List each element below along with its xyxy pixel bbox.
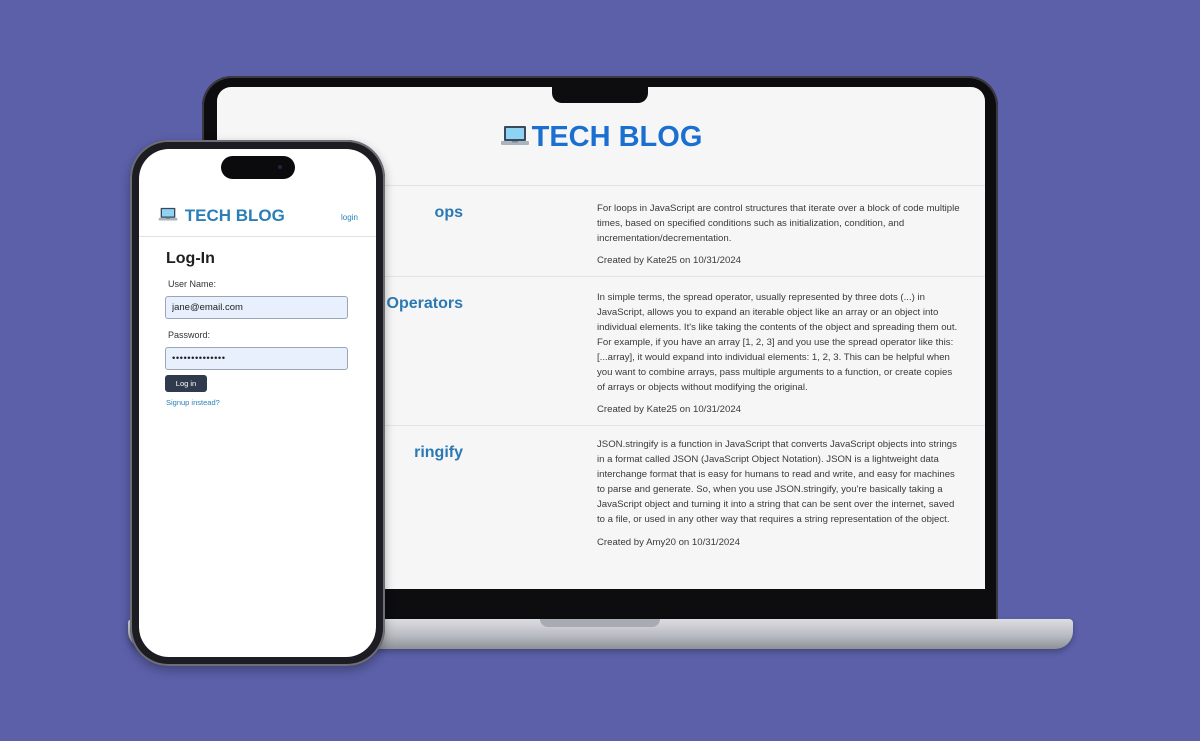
post-body: For loops in JavaScript are control stru… (597, 203, 960, 244)
login-link[interactable]: login (341, 213, 358, 222)
post-meta: Created by Kate25 on 10/31/2024 (597, 255, 742, 266)
phone-site-brand[interactable]: TECH BLOG (158, 206, 285, 227)
laptop-trackpad-lip (540, 619, 660, 627)
phone-site-title: TECH BLOG (184, 206, 285, 225)
camera-icon (278, 165, 282, 169)
signup-link[interactable]: Signup instead? (166, 398, 220, 407)
password-input[interactable] (165, 347, 348, 370)
dynamic-island (221, 156, 295, 179)
post-meta: Created by Amy20 on 10/31/2024 (597, 537, 740, 548)
form-title: Log-In (166, 250, 215, 267)
post-body: JSON.stringify is a function in JavaScri… (597, 439, 957, 525)
site-title: TECH BLOG (531, 121, 703, 153)
username-label: User Name: (168, 279, 217, 289)
username-input[interactable] (165, 296, 348, 319)
laptop-icon (158, 207, 178, 227)
password-label: Password: (168, 330, 211, 340)
phone-screen: TECH BLOG login Log-In User Name: Passwo… (139, 149, 376, 657)
laptop-icon (500, 122, 530, 155)
post-body: In simple terms, the spread operator, us… (597, 292, 958, 393)
laptop-notch (552, 84, 648, 103)
login-button[interactable]: Log in (165, 375, 207, 392)
post-meta: Created by Kate25 on 10/31/2024 (597, 404, 742, 415)
